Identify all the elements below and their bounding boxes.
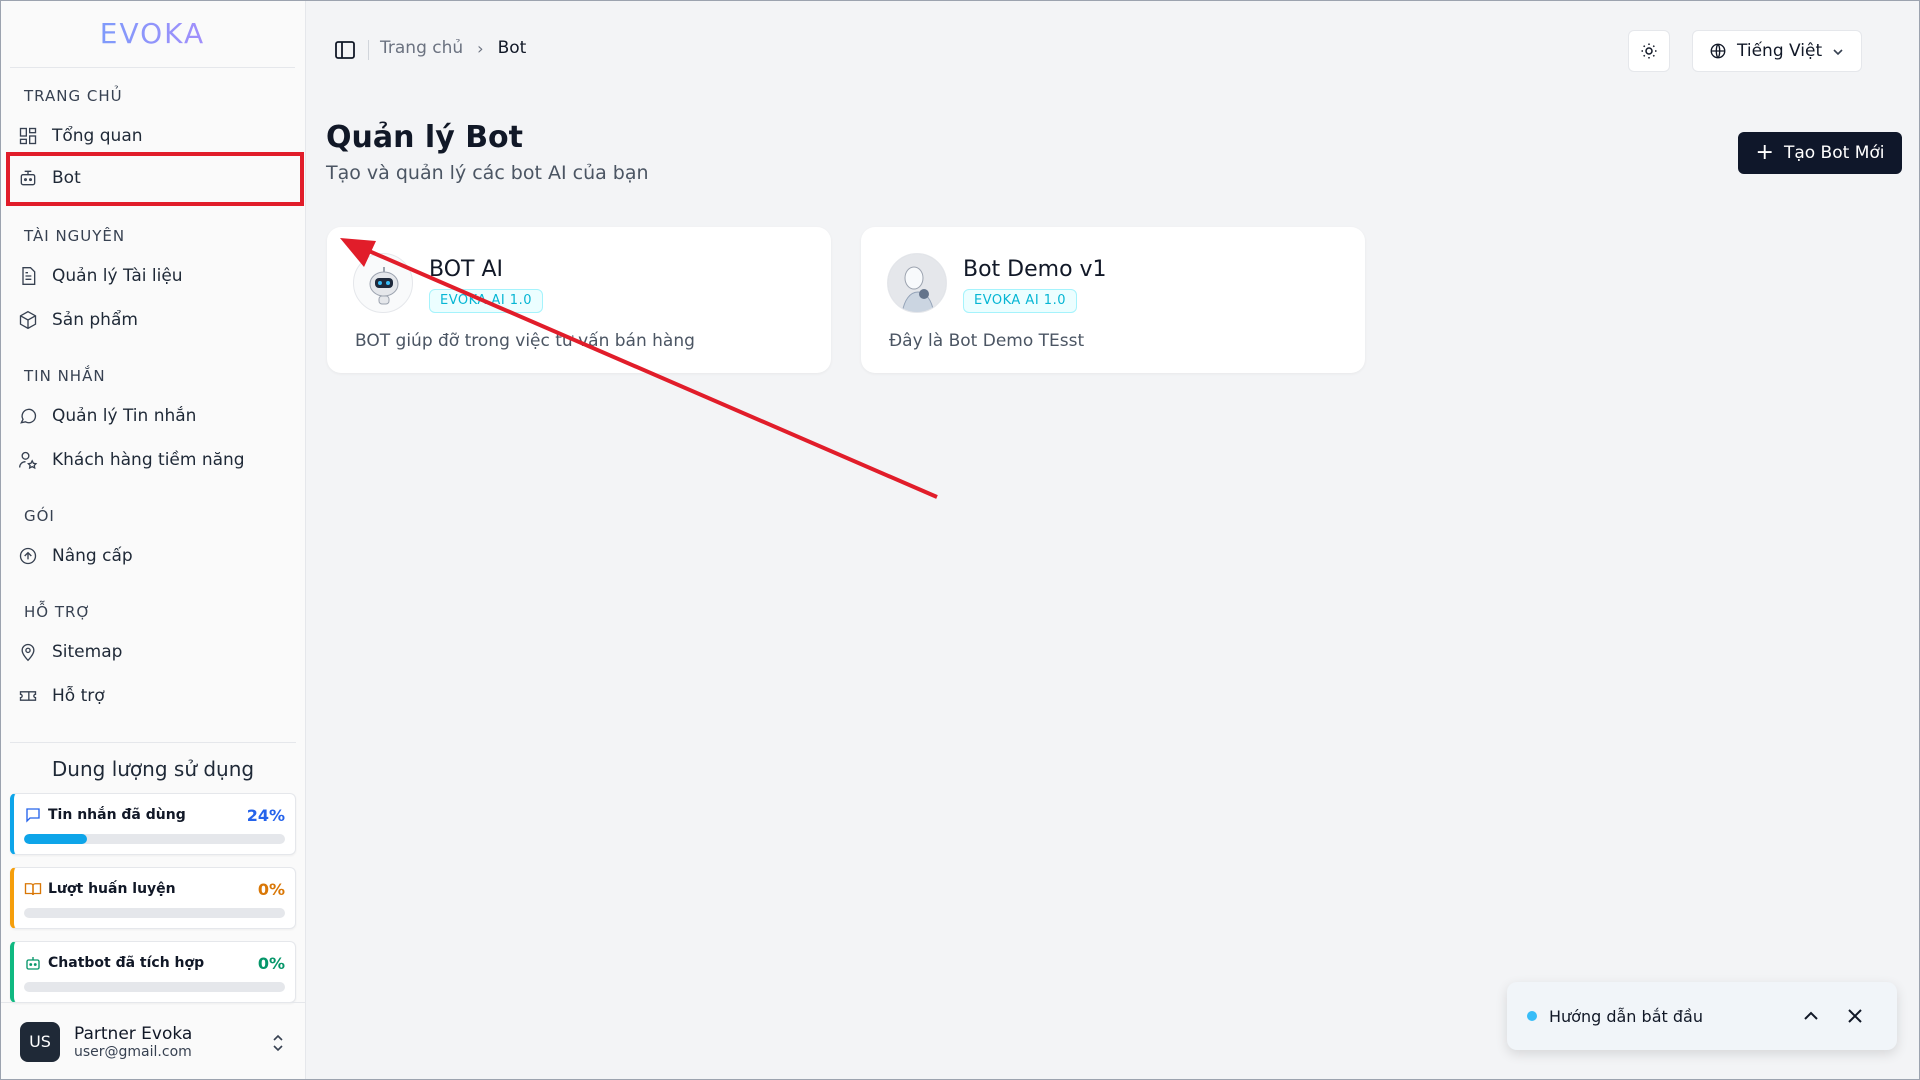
sidebar-item-label: Hỗ trợ xyxy=(52,686,105,706)
sun-icon xyxy=(1641,43,1657,59)
breadcrumb-current: Bot xyxy=(497,38,527,58)
sidebar-item-overview[interactable]: Tổng quan xyxy=(0,118,306,154)
logo[interactable]: EVOKA xyxy=(10,0,295,68)
bot-avatar xyxy=(887,253,947,313)
user-email: user@gmail.com xyxy=(74,1043,192,1060)
sidebar-item-label: Sản phẩm xyxy=(52,310,138,330)
main-content: Trang chủ › Bot Tiếng Việt Quản lý Bot T… xyxy=(306,0,1920,1080)
chevron-down-icon xyxy=(1833,49,1843,56)
usage-progress-bar xyxy=(24,908,285,918)
sidebar-item-messages[interactable]: Quản lý Tin nhắn xyxy=(0,398,306,434)
usage-progress-bar xyxy=(24,982,285,992)
sidebar: EVOKA TRANG CHỦ Tổng quan Bot TÀI NGUYÊN… xyxy=(0,0,306,1080)
model-badge: EVOKA AI 1.0 xyxy=(963,289,1077,313)
sidebar-item-products[interactable]: Sản phẩm xyxy=(0,302,306,338)
usage-label: Tin nhắn đã dùng xyxy=(48,807,186,823)
map-pin-icon xyxy=(21,643,35,662)
bot-avatar xyxy=(353,253,413,313)
sidebar-item-bot[interactable]: Bot xyxy=(0,160,306,196)
sidebar-item-label: Quản lý Tin nhắn xyxy=(52,406,197,426)
box-icon xyxy=(19,310,37,330)
usage-card-messages: Tin nhắn đã dùng 24% xyxy=(10,793,296,855)
usage-progress-bar xyxy=(24,834,285,844)
sidebar-item-help[interactable]: Hỗ trợ xyxy=(0,678,306,714)
language-select[interactable]: Tiếng Việt xyxy=(1692,30,1862,72)
section-title-home: TRANG CHỦ xyxy=(24,87,123,105)
language-label: Tiếng Việt xyxy=(1737,41,1823,61)
sidebar-item-label: Sitemap xyxy=(52,642,123,662)
robot-icon xyxy=(369,267,399,305)
create-bot-label: Tạo Bot Mới xyxy=(1783,143,1885,163)
bot-card[interactable]: Bot Demo v1 EVOKA AI 1.0 Đây là Bot Demo… xyxy=(861,227,1365,373)
robot-photo-icon xyxy=(888,254,946,312)
getting-started-widget[interactable]: Hướng dẫn bắt đầu xyxy=(1507,982,1897,1050)
user-name: Partner Evoka xyxy=(74,1023,193,1044)
page-subtitle: Tạo và quản lý các bot AI của bạn xyxy=(326,162,649,184)
sidebar-item-leads[interactable]: Khách hàng tiềm năng xyxy=(0,442,306,478)
model-badge: EVOKA AI 1.0 xyxy=(429,289,543,313)
usage-progress-fill xyxy=(24,834,87,844)
book-open-icon xyxy=(24,883,42,896)
avatar: US xyxy=(20,1021,60,1062)
usage-label: Chatbot đã tích hợp xyxy=(48,955,205,971)
breadcrumb-home[interactable]: Trang chủ xyxy=(380,38,463,58)
sidebar-toggle-icon[interactable] xyxy=(334,40,356,60)
section-title-support: HỖ TRỢ xyxy=(24,603,92,621)
chevron-right-icon: › xyxy=(477,38,484,58)
usage-percent: 0% xyxy=(257,879,285,899)
sidebar-item-label: Bot xyxy=(52,168,81,188)
arrow-up-circle-icon xyxy=(19,547,37,565)
sidebar-item-label: Nâng cấp xyxy=(52,546,133,566)
breadcrumb: Trang chủ › Bot xyxy=(380,38,526,58)
section-title-messages: TIN NHẮN xyxy=(24,367,106,385)
user-menu[interactable]: US Partner Evoka user@gmail.com xyxy=(0,1002,306,1080)
sidebar-item-label: Tổng quan xyxy=(52,126,143,146)
globe-icon xyxy=(1710,43,1726,59)
usage-card-chatbots: Chatbot đã tích hợp 0% xyxy=(10,941,296,1003)
create-bot-button[interactable]: + Tạo Bot Mới xyxy=(1738,132,1902,174)
sidebar-item-label: Khách hàng tiềm năng xyxy=(52,450,245,470)
guide-label: Hướng dẫn bắt đầu xyxy=(1549,1006,1703,1026)
theme-toggle-button[interactable] xyxy=(1628,30,1670,72)
document-icon xyxy=(22,267,36,285)
sidebar-item-documents[interactable]: Quản lý Tài liệu xyxy=(0,258,306,294)
bot-name: Bot Demo v1 xyxy=(963,257,1107,282)
bot-name: BOT AI xyxy=(429,257,503,282)
chevron-up-icon[interactable] xyxy=(1801,1006,1821,1026)
topbar: Trang chủ › Bot Tiếng Việt xyxy=(306,0,1920,100)
bot-card[interactable]: BOT AI EVOKA AI 1.0 BOT giúp đỡ trong vi… xyxy=(327,227,831,373)
chevron-up-down-icon[interactable] xyxy=(270,1033,286,1053)
plus-icon: + xyxy=(1755,140,1774,165)
status-dot xyxy=(1527,1011,1537,1021)
sidebar-item-upgrade[interactable]: Nâng cấp xyxy=(0,538,306,574)
sidebar-item-label: Quản lý Tài liệu xyxy=(52,266,183,286)
bot-icon xyxy=(20,170,36,186)
usage-title: Dung lượng sử dụng xyxy=(51,757,255,781)
usage-percent: 24% xyxy=(246,805,285,825)
usage-card-training: Lượt huấn luyện 0% xyxy=(10,867,296,929)
chat-icon xyxy=(20,408,37,424)
section-title-resources: TÀI NGUYÊN xyxy=(24,227,126,245)
ticket-icon xyxy=(19,691,37,701)
section-title-plan: GÓI xyxy=(24,507,55,525)
usage-percent: 0% xyxy=(257,953,285,973)
bot-icon xyxy=(26,957,40,970)
message-square-icon xyxy=(26,808,40,823)
usage-panel: Dung lượng sử dụng Tin nhắn đã dùng 24% … xyxy=(10,742,296,1015)
bot-description: BOT giúp đỡ trong việc tư vấn bán hàng xyxy=(355,331,695,351)
grid-icon xyxy=(19,127,37,145)
usage-label: Lượt huấn luyện xyxy=(48,881,176,897)
users-star-icon xyxy=(19,451,38,470)
close-icon[interactable] xyxy=(1845,1006,1865,1026)
sidebar-item-sitemap[interactable]: Sitemap xyxy=(0,634,306,670)
bot-description: Đây là Bot Demo TEsst xyxy=(889,331,1085,351)
page-title: Quản lý Bot xyxy=(326,120,524,155)
